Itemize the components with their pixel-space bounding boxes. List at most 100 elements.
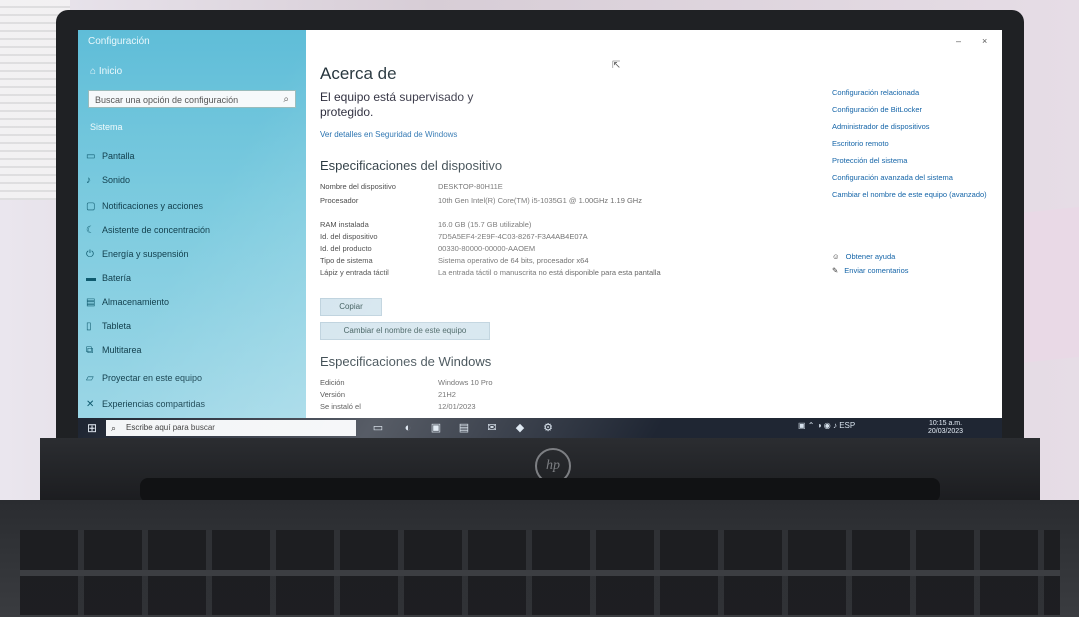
home-label: Inicio bbox=[98, 66, 123, 77]
help-icon: ☺ bbox=[832, 252, 840, 261]
taskbar-clock[interactable]: 10:15 a.m. 20/03/2023 bbox=[928, 420, 963, 436]
spec-value: 10th Gen Intel(R) Core(TM) i5-1035G1 @ 1… bbox=[438, 196, 642, 205]
close-button[interactable]: × bbox=[982, 36, 987, 46]
sidebar-item-label: Pantalla bbox=[102, 151, 135, 161]
rename-pc-button[interactable]: Cambiar el nombre de este equipo bbox=[320, 322, 490, 340]
tray-icons: ▣ ⌃ ◑ ◉ ♪ bbox=[798, 421, 840, 430]
spec-row: Id. del producto 00330-80000-00000-AAOEM bbox=[320, 244, 680, 253]
sidebar-item-compartidas[interactable]: ✕ Experiencias compartidas bbox=[86, 396, 296, 412]
mail-icon[interactable]: ✉ bbox=[484, 421, 500, 435]
settings-gear-icon[interactable]: ⚙ bbox=[540, 421, 556, 435]
sidebar-item-pantalla[interactable]: ▭ Pantalla bbox=[86, 148, 296, 164]
security-details-link[interactable]: Ver detalles en Seguridad de Windows bbox=[320, 130, 457, 139]
spec-row: RAM instalada 16.0 GB (15.7 GB utilizable… bbox=[320, 220, 680, 229]
protection-status: El equipo está supervisado y protegido. bbox=[320, 90, 474, 119]
spec-value: 21H2 bbox=[438, 390, 456, 399]
related-link-rename-advanced[interactable]: Cambiar el nombre de este equipo (avanza… bbox=[832, 190, 997, 199]
feedback-label: Enviar comentarios bbox=[844, 266, 909, 275]
app-icon[interactable]: ◆ bbox=[512, 421, 528, 435]
keyboard-row-gap bbox=[20, 570, 1060, 576]
spec-key: Id. del dispositivo bbox=[320, 232, 378, 241]
sidebar-item-energia[interactable]: ⏻ Energía y suspensión bbox=[86, 246, 296, 262]
spec-key: Procesador bbox=[320, 196, 359, 205]
sidebar-item-sonido[interactable]: ♪ Sonido bbox=[86, 172, 296, 188]
sidebar-item-concentracion[interactable]: ☾ Asistente de concentración bbox=[86, 222, 296, 238]
settings-sidebar: Configuración ⌂ Inicio Buscar una opción… bbox=[78, 30, 306, 418]
spec-value: 16.0 GB (15.7 GB utilizable) bbox=[438, 220, 532, 229]
moon-icon: ☾ bbox=[86, 225, 95, 236]
paper-sheet bbox=[1019, 206, 1079, 364]
related-link-system-protection[interactable]: Protección del sistema bbox=[832, 156, 997, 165]
system-tray[interactable]: ▣ ⌃ ◑ ◉ ♪ ESP bbox=[798, 421, 855, 430]
sidebar-item-label: Sonido bbox=[102, 175, 131, 185]
spec-key: Edición bbox=[320, 378, 345, 387]
sidebar-item-label: Multitarea bbox=[102, 345, 142, 355]
clock-time: 10:15 a.m. bbox=[928, 420, 963, 427]
sidebar-item-proyectar[interactable]: ▱ Proyectar en este equipo bbox=[86, 370, 296, 386]
windows-specs-heading: Especificaciones de Windows bbox=[320, 354, 492, 369]
file-explorer-icon[interactable]: ▣ bbox=[428, 421, 444, 435]
sidebar-item-multitarea[interactable]: ⧉ Multitarea bbox=[86, 342, 296, 358]
spec-key: Id. del producto bbox=[320, 244, 372, 253]
search-icon: ⌕ bbox=[283, 94, 289, 105]
laptop-hinge bbox=[140, 478, 940, 502]
sidebar-item-bateria[interactable]: ▬ Batería bbox=[86, 270, 296, 286]
related-link-remote-desktop[interactable]: Escritorio remoto bbox=[832, 139, 997, 148]
related-link-device-manager[interactable]: Administrador de dispositivos bbox=[832, 122, 997, 131]
windows-start-icon[interactable]: ⊞ bbox=[84, 420, 100, 436]
clock-date: 20/03/2023 bbox=[928, 428, 964, 435]
spec-key: Versión bbox=[320, 390, 346, 399]
spec-row: Tipo de sistema Sistema operativo de 64 b… bbox=[320, 256, 680, 265]
language-indicator: ESP bbox=[839, 421, 856, 430]
feedback-link[interactable]: ✎ Enviar comentarios bbox=[832, 266, 909, 275]
sidebar-item-almacenamiento[interactable]: ▤ Almacenamiento bbox=[86, 294, 296, 310]
related-settings: Configuración relacionada Configuración … bbox=[832, 88, 997, 207]
spec-key: RAM instalada bbox=[320, 220, 369, 229]
home-icon: ⌂ bbox=[90, 66, 99, 77]
spec-row: Versión 21H2 bbox=[320, 390, 680, 399]
sidebar-item-notificaciones[interactable]: ▢ Notificaciones y acciones bbox=[86, 198, 296, 214]
get-help-link[interactable]: ☺ Obtener ayuda bbox=[832, 252, 895, 261]
task-view-icon[interactable]: ▭ bbox=[370, 421, 386, 435]
feedback-icon: ✎ bbox=[832, 266, 839, 275]
screen: Configuración ⌂ Inicio Buscar una opción… bbox=[78, 30, 1002, 438]
spec-row: Procesador 10th Gen Intel(R) Core(TM) i5-… bbox=[320, 196, 680, 205]
spec-key: Nombre del dispositivo bbox=[320, 182, 396, 191]
related-link-heading[interactable]: Configuración relacionada bbox=[832, 88, 997, 97]
copy-button[interactable]: Copiar bbox=[320, 298, 382, 316]
spec-row: Id. del dispositivo 7D5A5EF4-2E9F-4C03-82… bbox=[320, 232, 680, 241]
sidebar-item-label: Notificaciones y acciones bbox=[102, 201, 204, 211]
edge-browser-icon[interactable]: ◐ bbox=[400, 421, 416, 435]
spec-key: Tipo de sistema bbox=[320, 256, 373, 265]
spec-value: Windows 10 Pro bbox=[438, 378, 493, 387]
home-link[interactable]: ⌂ Inicio bbox=[90, 66, 122, 77]
project-icon: ▱ bbox=[86, 373, 94, 384]
related-link-bitlocker[interactable]: Configuración de BitLocker bbox=[832, 105, 997, 114]
multitask-icon: ⧉ bbox=[86, 345, 94, 356]
sidebar-item-label: Batería bbox=[102, 273, 132, 283]
tablet-icon: ▯ bbox=[86, 321, 92, 332]
section-label: Sistema bbox=[90, 122, 123, 132]
related-link-advanced-settings[interactable]: Configuración avanzada del sistema bbox=[832, 173, 997, 182]
share-icon: ✕ bbox=[86, 399, 95, 410]
sidebar-item-tableta[interactable]: ▯ Tableta bbox=[86, 318, 296, 334]
sidebar-item-label: Tableta bbox=[102, 321, 132, 331]
monitor-icon: ▭ bbox=[86, 151, 96, 162]
spec-value: DESKTOP-80H11E bbox=[438, 182, 503, 191]
minimize-button[interactable]: – bbox=[956, 36, 961, 46]
spec-value: 12/01/2023 bbox=[438, 402, 476, 411]
spec-key: Lápiz y entrada táctil bbox=[320, 268, 389, 277]
spec-row: Edición Windows 10 Pro bbox=[320, 378, 680, 387]
sidebar-item-label: Experiencias compartidas bbox=[102, 399, 206, 409]
sidebar-item-label: Energía y suspensión bbox=[102, 249, 189, 259]
get-help-label: Obtener ayuda bbox=[845, 252, 896, 261]
taskbar-search-input[interactable]: ⌕ Escribe aquí para buscar bbox=[106, 420, 356, 436]
store-icon[interactable]: ▤ bbox=[456, 421, 472, 435]
power-icon: ⏻ bbox=[86, 249, 94, 260]
search-icon: ⌕ bbox=[111, 423, 117, 433]
taskbar: ⊞ ⌕ Escribe aquí para buscar ▭ ◐ ▣ ▤ ✉ ◆… bbox=[78, 418, 1002, 438]
storage-icon: ▤ bbox=[86, 297, 96, 308]
battery-icon: ▬ bbox=[86, 273, 96, 284]
spec-key: Se instaló el bbox=[320, 402, 361, 411]
settings-search-input[interactable]: Buscar una opción de configuración ⌕ bbox=[88, 90, 296, 108]
